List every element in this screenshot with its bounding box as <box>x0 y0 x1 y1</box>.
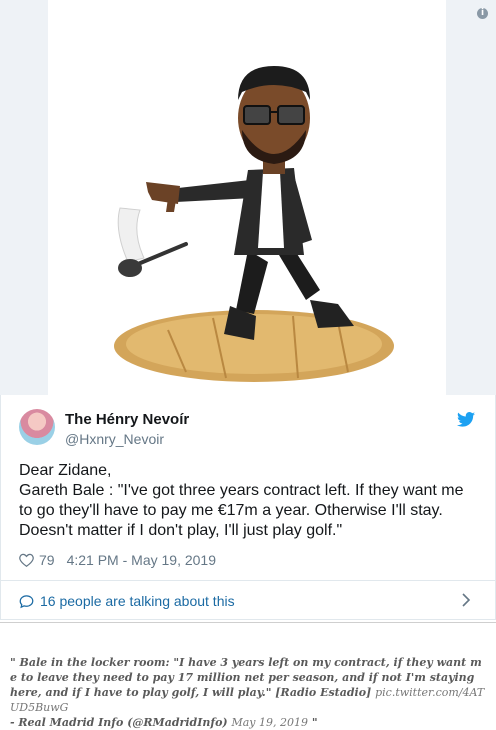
avatar[interactable] <box>19 409 55 445</box>
like-count[interactable]: 79 <box>39 552 55 568</box>
author-handle[interactable]: @Hxnry_Nevoir <box>65 431 164 447</box>
tweet-meta: 79 4:21 PM - May 19, 2019 <box>19 552 216 568</box>
bitmoji-illustration <box>114 66 394 382</box>
quote-separator <box>0 622 496 623</box>
talking-about-link[interactable]: 16 people are talking about this <box>19 593 235 609</box>
quote-block: " Bale in the locker room: "I have 3 yea… <box>10 655 486 730</box>
heart-icon[interactable] <box>19 553 34 567</box>
divider <box>1 580 495 581</box>
quote-attribution: - Real Madrid Info (@RMadridInfo) <box>10 716 232 729</box>
speech-bubble-icon <box>19 594 34 608</box>
quote-end: " <box>308 716 318 729</box>
chevron-right-icon[interactable] <box>462 593 471 607</box>
tweet-timestamp[interactable]: 4:21 PM - May 19, 2019 <box>67 552 216 568</box>
info-icon[interactable]: i <box>477 8 488 19</box>
tweet-text: Dear Zidane, Gareth Bale : "I've got thr… <box>19 462 464 539</box>
quote-date[interactable]: May 19, 2019 <box>231 716 308 729</box>
twitter-bird-icon[interactable] <box>457 412 475 427</box>
author-display-name[interactable]: The Hénry Nevoír <box>65 411 189 428</box>
embedded-tweet-card: The Hénry Nevoír @Hxnry_Nevoir Dear Zida… <box>0 395 496 620</box>
tweet-media-image[interactable] <box>48 0 446 395</box>
talking-about-label: 16 people are talking about this <box>40 593 235 609</box>
